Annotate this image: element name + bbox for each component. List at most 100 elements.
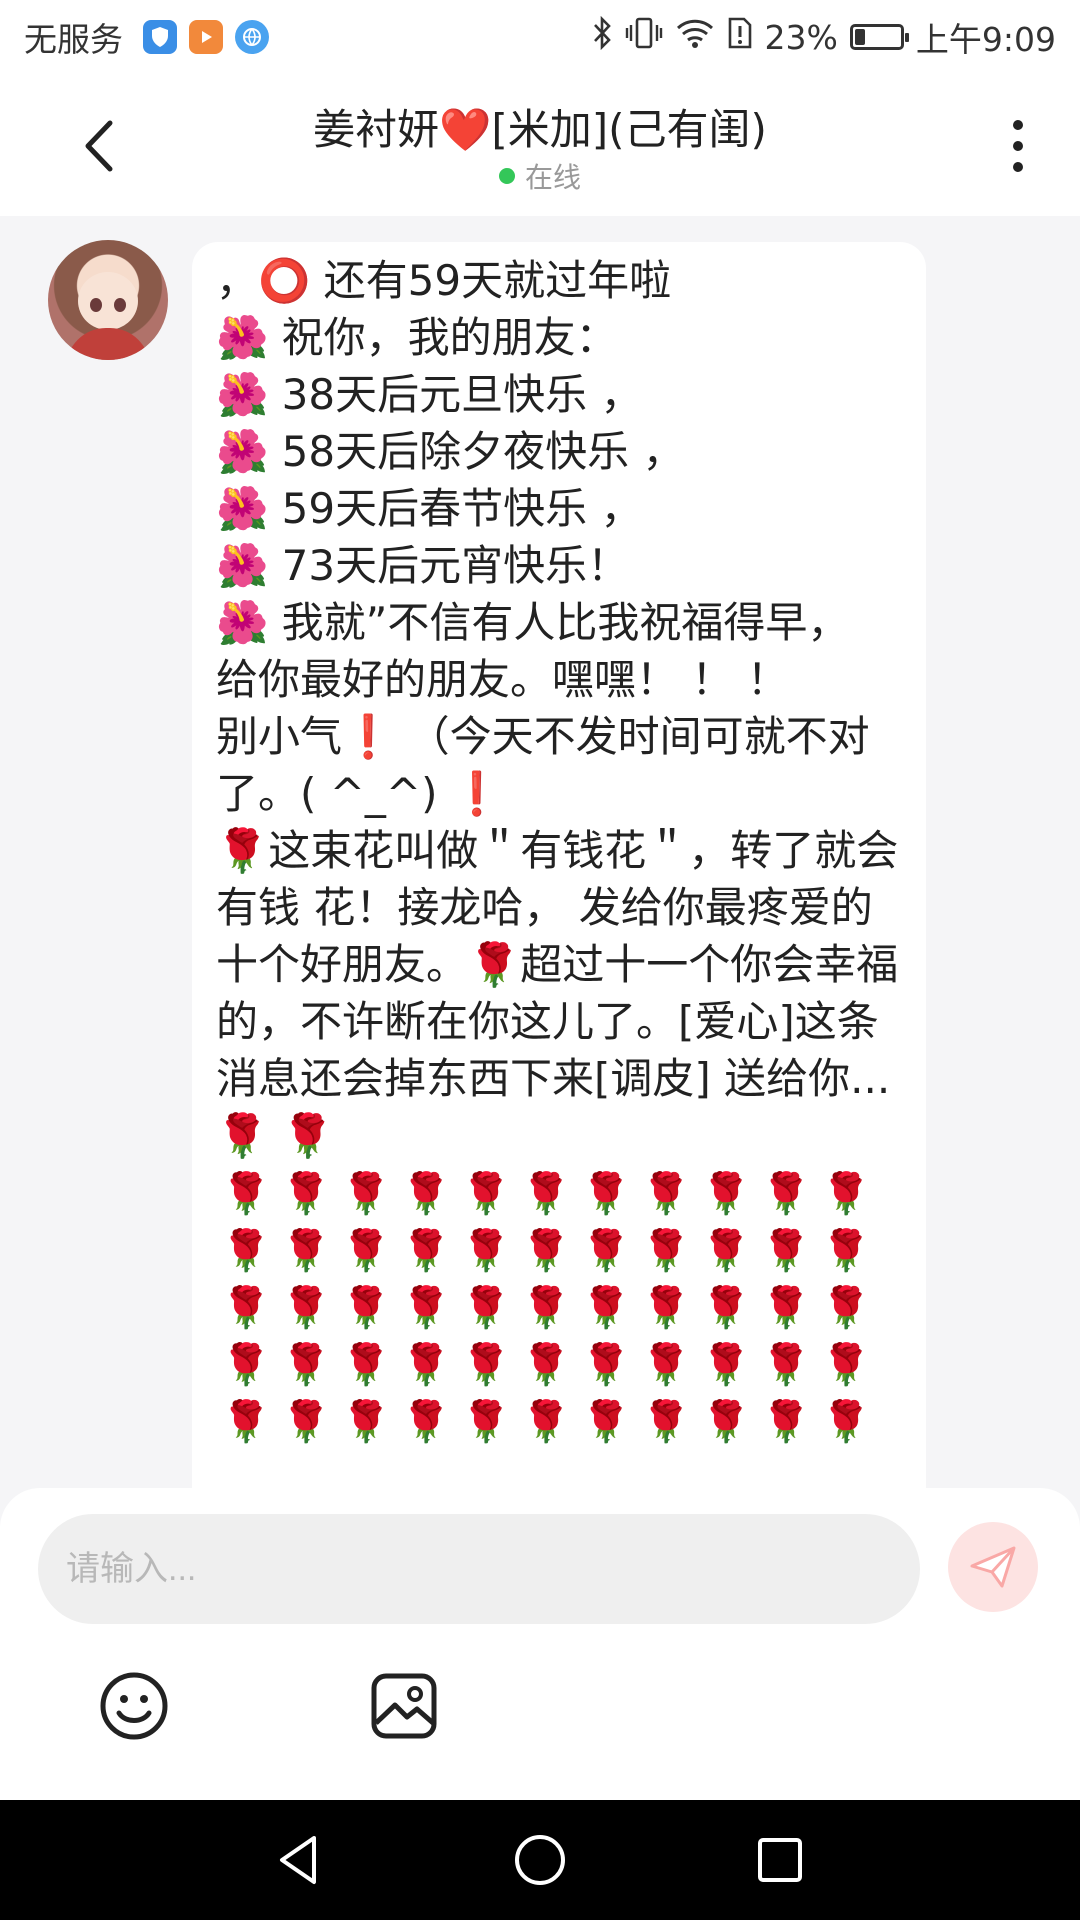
rose-emoji: 🌹 [761, 1228, 811, 1274]
rose-emoji: 🌹 [701, 1399, 751, 1445]
message-bubble[interactable]: ，⭕ 还有59天就过年啦 🌺 祝你，我的朋友： 🌺 38天后元旦快乐 ， 🌺 5… [192, 242, 926, 1490]
rose-emoji: 🌹 [461, 1228, 511, 1274]
rose-emoji: 🌹 [401, 1285, 451, 1331]
battery-percent: 23% [764, 17, 838, 57]
message-list[interactable]: ，⭕ 还有59天就过年啦 🌺 祝你，我的朋友： 🌺 38天后元旦快乐 ， 🌺 5… [0, 216, 1080, 1490]
rose-emoji: 🌹 [341, 1171, 391, 1217]
dot-icon [1013, 141, 1023, 151]
send-icon [970, 1546, 1016, 1588]
image-icon [371, 1673, 437, 1739]
rose-emoji: 🌹 [761, 1171, 811, 1217]
rose-emoji: 🌹 [461, 1171, 511, 1217]
rose-emoji: 🌹 [701, 1171, 751, 1217]
system-nav-bar [0, 1800, 1080, 1920]
rose-emoji: 🌹 [641, 1399, 691, 1445]
nav-back-button[interactable] [270, 1830, 330, 1890]
status-left: 无服务 [24, 0, 269, 74]
rose-emoji: 🌹 [401, 1342, 451, 1388]
rose-emoji: 🌹 [701, 1342, 751, 1388]
avatar-face [78, 272, 138, 330]
rose-emoji: 🌹 [461, 1342, 511, 1388]
rose-emoji: 🌹 [581, 1285, 631, 1331]
emoji-button[interactable] [98, 1670, 170, 1742]
rose-emoji: 🌹 [641, 1171, 691, 1217]
video-app-icon [189, 20, 223, 54]
rose-emoji: 🌹 [401, 1399, 451, 1445]
nav-recents-button[interactable] [750, 1830, 810, 1890]
square-recents-icon [758, 1838, 802, 1882]
image-button[interactable] [368, 1670, 440, 1742]
rose-emoji: 🌹 [341, 1399, 391, 1445]
rose-emoji: 🌹 [761, 1399, 811, 1445]
rose-emoji: 🌹 [341, 1228, 391, 1274]
rose-emoji: 🌹 [581, 1399, 631, 1445]
dot-icon [1013, 162, 1023, 172]
rose-emoji: 🌹 [581, 1171, 631, 1217]
avatar-eye [90, 298, 102, 312]
rose-emoji: 🌹 [341, 1342, 391, 1388]
status-right: 23% 上午9:09 [591, 0, 1056, 74]
online-dot-icon [498, 168, 515, 184]
bluetooth-icon [591, 15, 613, 58]
circle-home-icon [515, 1835, 565, 1885]
rose-emoji: 🌹 [401, 1171, 451, 1217]
rose-emoji: 🌹 [221, 1228, 271, 1274]
rose-emoji: 🌹 [521, 1399, 571, 1445]
more-options-button[interactable] [996, 114, 1040, 178]
rose-emoji: 🌹 [221, 1285, 271, 1331]
nav-home-button[interactable] [510, 1830, 570, 1890]
message-text: ，⭕ 还有59天就过年啦 🌺 祝你，我的朋友： 🌺 38天后元旦快乐 ， 🌺 5… [216, 256, 899, 1160]
rose-emoji: 🌹 [281, 1228, 331, 1274]
rose-emoji: 🌹 [461, 1399, 511, 1445]
rose-emoji: 🌹 [221, 1342, 271, 1388]
chat-header: 姜衬妍❤️[米加](己有闺) 在线 [0, 74, 1080, 216]
rose-emoji: 🌹 [521, 1171, 571, 1217]
rose-emoji: 🌹 [221, 1171, 271, 1217]
send-button[interactable] [948, 1522, 1038, 1612]
rose-emoji: 🌹 [281, 1285, 331, 1331]
wifi-icon [675, 17, 715, 57]
rose-emoji: 🌹 [281, 1342, 331, 1388]
rose-emoji: 🌹 [821, 1285, 871, 1331]
triangle-back-icon [280, 1836, 316, 1884]
rose-emoji: 🌹 [521, 1228, 571, 1274]
avatar-eye [114, 298, 126, 312]
carrier-label: 无服务 [24, 20, 123, 59]
rose-emoji: 🌹 [701, 1285, 751, 1331]
rose-emoji: 🌹 [821, 1228, 871, 1274]
rose-emoji: 🌹 [461, 1285, 511, 1331]
rose-emoji: 🌹 [761, 1342, 811, 1388]
rose-emoji: 🌹 [581, 1228, 631, 1274]
rose-emoji: 🌹 [221, 1399, 271, 1445]
rose-emoji: 🌹 [641, 1285, 691, 1331]
online-status: 在线 [0, 156, 1080, 196]
battery-icon [849, 24, 909, 50]
rose-emoji: 🌹 [401, 1228, 451, 1274]
contact-avatar[interactable] [48, 240, 168, 360]
battery-fill [854, 29, 865, 45]
rose-emoji: 🌹 [821, 1171, 871, 1217]
contact-name[interactable]: 姜衬妍❤️[米加](己有闺) [150, 96, 930, 157]
rose-emoji: 🌹 [701, 1228, 751, 1274]
avatar-scarf [66, 328, 150, 360]
input-panel [0, 1488, 1080, 1800]
rose-emoji: 🌹 [641, 1342, 691, 1388]
online-status-label: 在线 [524, 161, 581, 194]
clock: 上午9:09 [915, 20, 1056, 59]
dot-icon [1013, 120, 1023, 130]
rose-emoji: 🌹 [761, 1285, 811, 1331]
rose-emoji: 🌹 [581, 1342, 631, 1388]
rose-emoji: 🌹 [821, 1399, 871, 1445]
rose-emoji: 🌹 [281, 1399, 331, 1445]
browser-app-icon [235, 20, 269, 54]
smiley-icon [100, 1672, 168, 1740]
rose-grid: 🌹 🌹 🌹 🌹 🌹 🌹 🌹 🌹 🌹 🌹 🌹 🌹 🌹 🌹 🌹 🌹 🌹 🌹 🌹 🌹 🌹 🌹 🌹 🌹 🌹 🌹 🌹 🌹 🌹 🌹 🌹 🌹 🌹 🌹 🌹 🌹 🌹 🌹 🌹 🌹… [216, 1166, 902, 1450]
rose-emoji: 🌹 [281, 1171, 331, 1217]
status-bar: 无服务 23% 上午9:09 [0, 0, 1080, 74]
rose-emoji: 🌹 [821, 1342, 871, 1388]
vibrate-icon [625, 16, 663, 58]
shield-app-icon [143, 20, 177, 54]
sim-alert-icon [727, 16, 753, 58]
rose-emoji: 🌹 [521, 1285, 571, 1331]
message-input[interactable] [38, 1514, 920, 1624]
